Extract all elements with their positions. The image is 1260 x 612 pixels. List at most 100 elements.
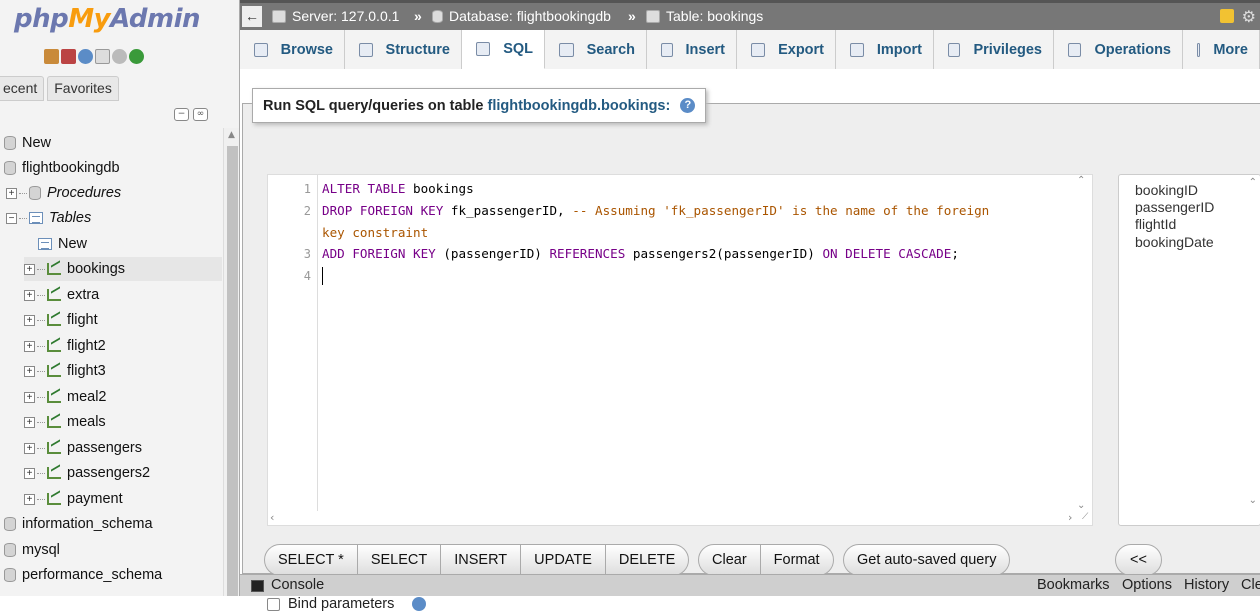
collapse-nav-button[interactable]: ← [242, 6, 262, 27]
scroll-down-icon[interactable]: ⌄ [1249, 495, 1257, 506]
tree-item-database[interactable]: performance_schema [4, 563, 162, 587]
expand-icon[interactable]: + [24, 442, 35, 454]
scrollbar-thumb[interactable] [227, 146, 238, 596]
scroll-right-icon[interactable]: › [1068, 511, 1072, 524]
gear-icon[interactable]: ⚙ [1242, 7, 1256, 27]
tree-item-tables-new[interactable]: New [38, 232, 87, 256]
get-autosaved-query-button[interactable]: Get auto-saved query [844, 545, 1009, 575]
select-button[interactable]: SELECT [358, 545, 442, 575]
column-item[interactable]: bookingID [1135, 182, 1198, 198]
expand-icon[interactable]: + [24, 467, 35, 479]
tab-insert[interactable]: Insert [647, 30, 737, 69]
tab-import[interactable]: Import [836, 30, 934, 69]
tree-item-table[interactable]: + flight [24, 308, 222, 332]
tab-structure[interactable]: Structure [345, 30, 462, 69]
breadcrumb-server[interactable]: Server: 127.0.0.1 [272, 8, 399, 24]
resize-handle-icon[interactable]: ⟋ [1082, 512, 1088, 522]
help-icon[interactable] [78, 49, 93, 64]
expand-icon[interactable]: + [24, 289, 35, 301]
breadcrumb-database[interactable]: Database: flightbookingdb [432, 8, 611, 24]
tab-privileges[interactable]: Privileges [934, 30, 1054, 69]
tree-item-table[interactable]: + meals [24, 410, 222, 434]
select-all-button[interactable]: SELECT * [265, 545, 358, 575]
clear-button[interactable]: Clear [699, 545, 761, 575]
column-item[interactable]: flightId [1135, 216, 1176, 232]
tree-item-tables[interactable]: − Tables [6, 206, 91, 230]
tab-operations[interactable]: Operations [1054, 30, 1183, 69]
expand-icon[interactable]: + [24, 416, 35, 428]
scroll-up-icon[interactable]: ⌃ [1077, 175, 1085, 186]
scroll-up-icon[interactable]: ▲ [228, 130, 235, 140]
console-history[interactable]: History [1184, 577, 1229, 593]
bind-parameters: Bind parameters [267, 596, 427, 612]
help-icon[interactable] [412, 597, 427, 611]
tree-item-table[interactable]: + passengers2 [24, 461, 222, 485]
tab-browse[interactable]: Browse [240, 30, 345, 69]
tree-item-procedures[interactable]: + Procedures [6, 181, 121, 205]
tree-item-flightbookingdb[interactable]: flightbookingdb [4, 156, 120, 180]
logout-icon[interactable] [61, 49, 76, 64]
expand-icon[interactable]: + [24, 314, 35, 326]
tree-item-table[interactable]: + flight3 [24, 359, 222, 383]
console-bookmarks[interactable]: Bookmarks [1037, 577, 1110, 593]
expand-icon[interactable]: + [6, 187, 17, 199]
editor-horizontal-scrollbar[interactable]: ‹ › ⟋ [268, 511, 1094, 525]
phpmyadmin-logo[interactable]: phpMyAdmin [14, 4, 201, 34]
format-button[interactable]: Format [761, 545, 833, 575]
update-button[interactable]: UPDATE [521, 545, 606, 575]
console-clear[interactable]: Cle [1241, 577, 1260, 593]
column-item[interactable]: passengerID [1135, 199, 1214, 215]
console-options[interactable]: Options [1122, 577, 1172, 593]
query-template-buttons: SELECT * SELECT INSERT UPDATE DELETE [264, 544, 690, 576]
table-link[interactable]: flightbookingdb.bookings: [488, 98, 671, 114]
tab-favorites[interactable]: Favorites [47, 76, 119, 101]
help-icon[interactable]: ? [680, 98, 696, 113]
expand-icon[interactable]: + [24, 263, 35, 275]
bind-parameters-checkbox[interactable] [267, 597, 280, 611]
collapse-icon[interactable]: − [6, 212, 17, 224]
home-icon[interactable] [44, 49, 59, 64]
import-icon [850, 42, 864, 57]
new-table-icon [38, 238, 52, 250]
tab-export[interactable]: Export [737, 30, 836, 69]
reload-icon[interactable] [129, 49, 144, 64]
tree-item-table[interactable]: + bookings [24, 257, 222, 281]
editor-vertical-scrollbar[interactable]: ⌃ ⌄ [1076, 175, 1088, 511]
nav-scrollbar[interactable]: ▲ [223, 128, 239, 596]
tree-item-new[interactable]: New [4, 131, 51, 155]
sql-icon [476, 42, 491, 56]
scroll-left-icon[interactable]: ‹ [270, 511, 274, 524]
tree-item-table[interactable]: + meal2 [24, 385, 222, 409]
console-toggle[interactable]: Console [271, 577, 324, 593]
expand-icon[interactable]: + [24, 493, 35, 505]
console-icon[interactable] [251, 580, 264, 592]
tab-sql[interactable]: SQL [462, 30, 545, 69]
procedures-icon [29, 186, 41, 200]
link-icon[interactable]: ∞ [193, 108, 208, 121]
tree-item-table[interactable]: + flight2 [24, 334, 222, 358]
expand-icon[interactable]: + [24, 340, 35, 352]
delete-button[interactable]: DELETE [606, 545, 688, 575]
sql-editor[interactable]: 1 2 3 4 ALTER TABLE bookings DROP FOREIG… [267, 174, 1093, 526]
tree-item-database[interactable]: information_schema [4, 512, 153, 536]
docs-icon[interactable] [95, 49, 110, 64]
tree-item-database[interactable]: mysql [4, 538, 60, 562]
column-item[interactable]: bookingDate [1135, 234, 1214, 250]
code-line-2: DROP FOREIGN KEY fk_passengerID, -- Assu… [322, 203, 990, 218]
tab-search[interactable]: Search [545, 30, 647, 69]
tree-item-table[interactable]: + passengers [24, 436, 222, 460]
tab-more[interactable]: More [1183, 30, 1260, 69]
insert-button[interactable]: INSERT [441, 545, 522, 575]
column-list[interactable]: bookingID passengerID flightId bookingDa… [1118, 174, 1260, 526]
tree-item-table[interactable]: + payment [24, 487, 222, 511]
tab-recent[interactable]: ecent [0, 76, 45, 101]
expand-icon[interactable]: + [24, 391, 35, 403]
insert-column-button[interactable]: << [1116, 545, 1161, 575]
expand-icon[interactable]: + [24, 365, 35, 377]
breadcrumb-table[interactable]: Table: bookings [646, 8, 763, 24]
scroll-up-icon[interactable]: ⌃ [1249, 177, 1257, 188]
collapse-all-icon[interactable]: − [174, 108, 189, 121]
tree-item-table[interactable]: + extra [24, 283, 222, 307]
scroll-down-icon[interactable]: ⌄ [1077, 500, 1085, 511]
settings-icon[interactable] [112, 49, 127, 64]
